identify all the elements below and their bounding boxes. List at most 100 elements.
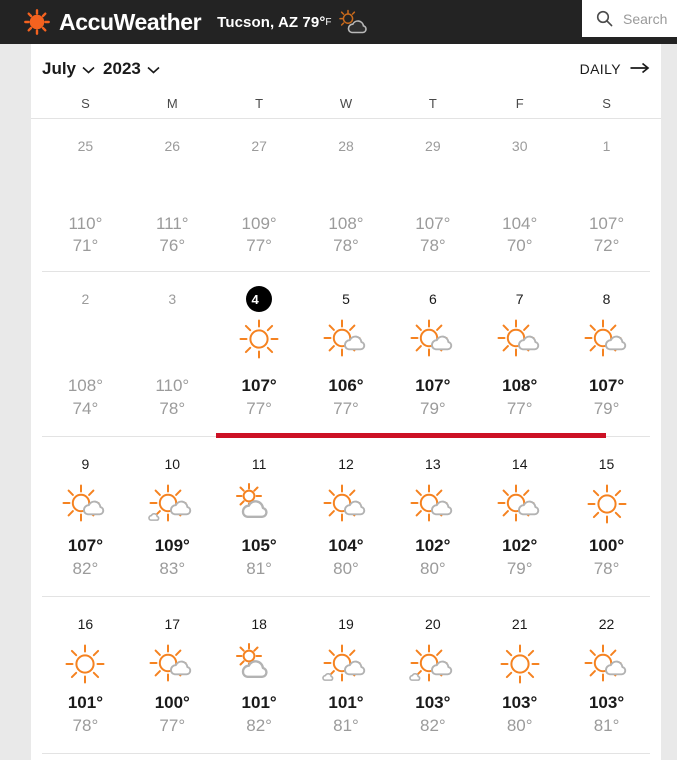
calendar-day-cell[interactable]: 8 107° 79° (563, 272, 650, 436)
temperature-pair: 107° 77° (242, 375, 277, 436)
low-temperature: 81° (333, 715, 359, 735)
calendar-day-cell[interactable]: 29 107° 78° (389, 119, 476, 274)
low-temperature: 82° (246, 715, 272, 735)
calendar-day-cell[interactable]: 9 107° 82° (42, 437, 129, 596)
calendar-day-cell[interactable]: 17 100° 77° (129, 597, 216, 753)
high-temperature: 109° (241, 214, 277, 233)
day-number: 8 (602, 291, 611, 307)
high-temperature: 107° (588, 376, 625, 396)
calendar-day-cell[interactable]: 15 100° 78° (563, 437, 650, 596)
calendar-day-cell[interactable]: 12 104° 80° (303, 437, 390, 596)
high-temperature: 110° (155, 376, 190, 396)
day-number: 6 (428, 291, 437, 307)
calendar-day-cell[interactable]: 13 102° 80° (389, 437, 476, 596)
calendar-day-cell[interactable]: 21 103° 80° (476, 597, 563, 753)
day-number: 25 (77, 138, 94, 154)
day-number: 9 (81, 456, 90, 472)
month-select[interactable]: July (42, 59, 103, 79)
sunny-icon (233, 314, 285, 366)
partly-cloudy-icon (581, 639, 633, 691)
low-temperature: 78° (333, 236, 359, 256)
low-temperature: 79° (506, 558, 533, 578)
day-number: 26 (164, 138, 181, 154)
high-temperature: 108° (502, 376, 538, 396)
low-temperature: 77° (159, 715, 186, 735)
calendar-day-cell[interactable]: 19 101° 81° (303, 597, 390, 753)
high-temperature: 111° (155, 214, 189, 233)
low-temperature: 80° (419, 558, 446, 578)
temperature-pair: 102° 79° (502, 535, 537, 596)
low-temperature: 77° (506, 398, 533, 418)
temperature-pair: 111° 76° (156, 213, 189, 274)
partly-cloudy-icon (494, 479, 546, 531)
temperature-pair: 110° 71° (68, 213, 102, 274)
calendar-day-cell[interactable]: 4 107° 77° (216, 272, 303, 436)
calendar-day-cell[interactable]: 20 103° 82° (389, 597, 476, 753)
monthly-forecast-card: July 2023 DAILY SMTWTFS 25 110° 71° 26 1… (31, 44, 661, 760)
partly-cloudy-icon (407, 314, 459, 366)
brand-name: AccuWeather (59, 8, 202, 35)
high-temperature: 104° (502, 214, 538, 233)
temperature-pair: 101° 81° (328, 692, 363, 753)
day-number: 20 (425, 616, 441, 632)
high-temperature: 107° (241, 376, 277, 396)
year-select[interactable]: 2023 (103, 59, 168, 79)
top-navigation-bar: AccuWeather Tucson, AZ 79°F Search (0, 0, 677, 44)
calendar-day-cell[interactable]: 27 109° 77° (216, 119, 303, 274)
calendar-day-cell[interactable]: 1 107° 72° (563, 119, 650, 274)
temperature-pair: 103° 81° (589, 692, 624, 753)
partly-cloudy-plus-icon (146, 479, 198, 531)
calendar-day-cell[interactable]: 7 108° 77° (476, 272, 563, 436)
day-number: 11 (251, 456, 267, 472)
search-input-placeholder[interactable]: Search (623, 11, 667, 27)
day-number: 16 (77, 616, 94, 632)
low-temperature: 82° (419, 715, 446, 735)
calendar-day-cell[interactable]: 6 107° 79° (389, 272, 476, 436)
temperature-pair: 108° 77° (502, 375, 537, 436)
calendar-controls: July 2023 DAILY (31, 49, 661, 89)
arrow-right-icon (630, 61, 650, 77)
current-location-summary[interactable]: Tucson, AZ 79°F (217, 9, 367, 35)
period-selectors: July 2023 (42, 59, 168, 79)
daily-view-link[interactable]: DAILY (580, 61, 650, 77)
temperature-pair: 107° 78° (415, 213, 450, 274)
day-number: 27 (251, 138, 267, 154)
calendar-day-cell[interactable]: 14 102° 79° (476, 437, 563, 596)
day-number: 10 (164, 456, 181, 472)
high-temperature: 110° (68, 214, 103, 233)
calendar-day-cell[interactable]: 11 105° 81° (216, 437, 303, 596)
low-temperature: 81° (246, 558, 272, 578)
weekday-label: M (166, 96, 178, 111)
low-temperature: 78° (159, 398, 186, 418)
day-number: 17 (164, 616, 181, 632)
search-icon (596, 10, 613, 27)
weekday-label: W (339, 96, 353, 111)
day-number: 3 (168, 291, 177, 307)
sunny-icon (59, 639, 111, 691)
temperature-unit: F (325, 16, 332, 28)
calendar-day-cell[interactable]: 16 101° 78° (42, 597, 129, 753)
temperature-pair: 104° 80° (328, 535, 363, 596)
mostly-cloudy-icon (233, 479, 285, 531)
temperature-pair: 108° 78° (328, 213, 363, 274)
calendar-day-cell[interactable]: 18 101° 82° (216, 597, 303, 753)
calendar-day-cell[interactable]: 2 108° 74° (42, 272, 129, 436)
calendar-day-cell[interactable]: 26 111° 76° (129, 119, 216, 274)
temperature-pair: 100° 78° (589, 535, 624, 596)
partly-cloudy-icon (581, 314, 633, 366)
calendar-day-cell[interactable]: 10 109° 83° (129, 437, 216, 596)
calendar-day-cell[interactable]: 5 106° 77° (303, 272, 390, 436)
search-bar[interactable]: Search (582, 0, 677, 37)
calendar-day-cell[interactable]: 30 104° 70° (476, 119, 563, 274)
calendar-day-cell[interactable]: 22 103° 81° (563, 597, 650, 753)
calendar-day-cell[interactable]: 3 110° 78° (129, 272, 216, 436)
calendar-day-cell[interactable]: 25 110° 71° (42, 119, 129, 274)
calendar-grid: 25 110° 71° 26 111° 76° 27 109° 77° 28 108° 78° 29 10… (31, 119, 661, 754)
calendar-day-cell[interactable]: 28 108° 78° (303, 119, 390, 274)
high-temperature: 108° (67, 376, 103, 396)
accuweather-logo[interactable]: AccuWeather (24, 8, 202, 35)
weekday-label: F (515, 96, 524, 111)
partly-cloudy-plus-icon (407, 639, 459, 691)
day-number: 14 (511, 456, 528, 472)
low-temperature: 79° (419, 398, 446, 418)
